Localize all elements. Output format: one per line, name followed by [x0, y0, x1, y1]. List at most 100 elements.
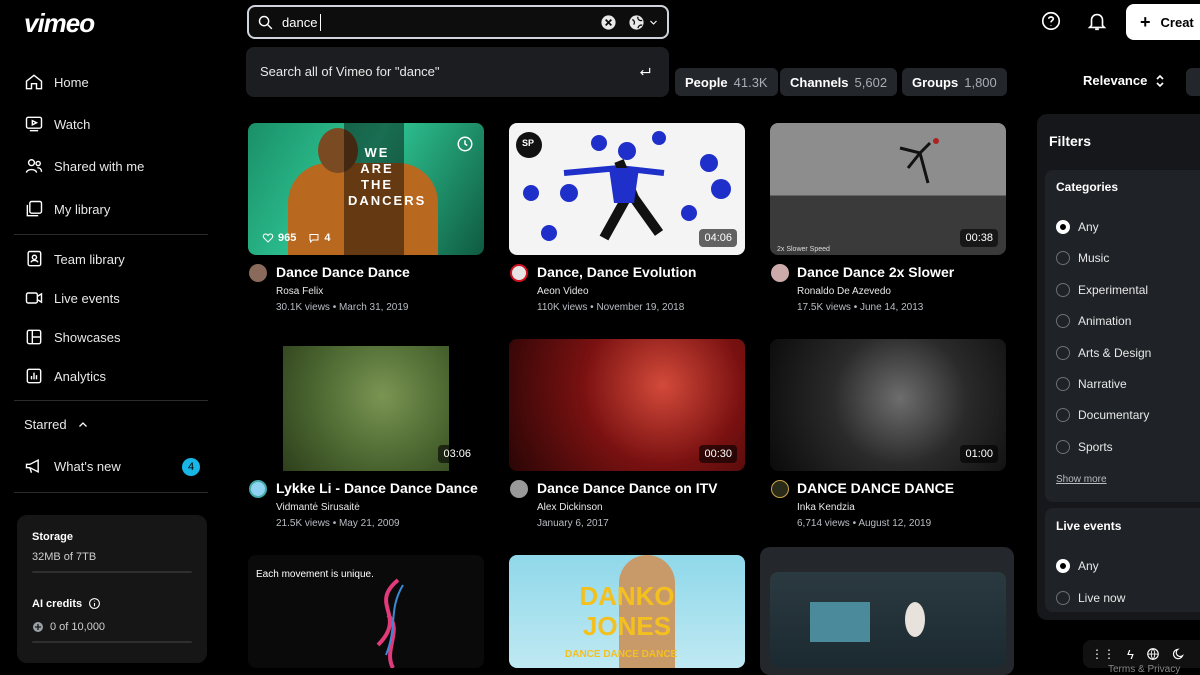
thumb-text: WE ARE THE DANCERS — [348, 145, 427, 208]
categories-heading: Categories — [1056, 180, 1119, 194]
search-suggestion[interactable]: Search all of Vimeo for "dance" — [246, 47, 669, 97]
filter-chip-channels[interactable]: Channels 5,602 — [780, 68, 898, 96]
video-author[interactable]: Alex Dickinson — [537, 502, 603, 513]
watch-later-icon[interactable] — [456, 135, 474, 153]
search-query[interactable]: dance — [282, 15, 317, 30]
radio[interactable] — [1056, 440, 1070, 454]
view-toggle[interactable] — [1186, 68, 1200, 96]
sidebar-item-whats-new[interactable]: What's new — [24, 455, 121, 477]
category-option[interactable]: Narrative — [1056, 377, 1127, 391]
filter-chip-people[interactable]: People 41.3K — [675, 68, 778, 96]
radio[interactable] — [1056, 346, 1070, 360]
category-option[interactable]: Arts & Design — [1056, 346, 1151, 360]
video-author[interactable]: Vidmantė Sirusaitė — [276, 502, 360, 513]
footer-links[interactable]: Terms & Privacy — [1108, 664, 1180, 675]
avatar[interactable] — [771, 480, 789, 498]
chip-count: 5,602 — [854, 74, 888, 90]
radio[interactable] — [1056, 377, 1070, 391]
video-thumbnail[interactable]: 2x Slower Speed 00:38 — [770, 123, 1006, 255]
radio-selected[interactable] — [1056, 220, 1070, 234]
video-thumbnail[interactable] — [770, 572, 1006, 668]
option-label: Any — [1078, 220, 1099, 234]
clear-search-icon[interactable] — [600, 14, 617, 31]
sidebar-item-home[interactable]: Home — [24, 71, 89, 93]
lightning-icon[interactable]: ϟ — [1127, 647, 1134, 662]
radio[interactable] — [1056, 314, 1070, 328]
sidebar-item-live-events[interactable]: Live events — [24, 287, 120, 309]
sidebar-item-watch[interactable]: Watch — [24, 113, 90, 135]
category-option[interactable]: Music — [1056, 251, 1109, 265]
sort-dropdown[interactable]: Relevance — [1083, 73, 1165, 88]
video-title[interactable]: Dance, Dance Evolution — [537, 264, 696, 280]
info-icon[interactable] — [88, 597, 101, 610]
category-option[interactable]: Any — [1056, 220, 1099, 234]
radio[interactable] — [1056, 408, 1070, 422]
video-thumbnail[interactable]: 00:30 — [509, 339, 745, 471]
chevron-down-icon[interactable] — [649, 18, 658, 27]
live-option[interactable]: Any — [1056, 559, 1099, 573]
create-label: Creat — [1160, 14, 1194, 30]
category-option[interactable]: Sports — [1056, 440, 1113, 454]
video-title[interactable]: Lykke Li - Dance Dance Dance — [276, 480, 478, 496]
video-author[interactable]: Inka Kendzia — [797, 502, 855, 513]
sidebar-item-label: Analytics — [54, 368, 107, 384]
sidebar-item-shared[interactable]: Shared with me — [24, 155, 144, 177]
showcase-icon — [26, 329, 42, 345]
show-more-link[interactable]: Show more — [1056, 474, 1107, 485]
avatar[interactable] — [771, 264, 789, 282]
create-button[interactable]: + Creat — [1126, 4, 1200, 40]
option-label: Arts & Design — [1078, 346, 1152, 360]
option-label: Music — [1078, 251, 1110, 265]
video-thumbnail[interactable]: Each movement is unique. — [248, 555, 484, 668]
category-option[interactable]: Documentary — [1056, 408, 1149, 422]
bell-icon[interactable] — [1086, 10, 1108, 32]
video-thumbnail[interactable]: DANKO JONES DANCE DANCE DANCE — [509, 555, 745, 668]
storage-bar — [32, 571, 192, 573]
sidebar-item-showcases[interactable]: Showcases — [24, 326, 120, 348]
video-title[interactable]: DANCE DANCE DANCE — [797, 480, 954, 496]
sidebar-item-analytics[interactable]: Analytics — [24, 365, 106, 387]
sort-arrows-icon — [1156, 74, 1164, 87]
video-author[interactable]: Rosa Felix — [276, 286, 323, 297]
radio[interactable] — [1056, 283, 1070, 297]
avatar[interactable] — [510, 264, 528, 282]
vimeo-logo[interactable]: vimeo — [24, 8, 95, 39]
category-option[interactable]: Animation — [1056, 314, 1131, 328]
radio[interactable] — [1056, 251, 1070, 265]
video-thumbnail[interactable]: 01:00 — [770, 339, 1006, 471]
live-option[interactable]: Live now — [1056, 591, 1125, 605]
video-thumbnail[interactable]: SP 04:06 — [509, 123, 745, 255]
duration: 00:38 — [960, 229, 998, 247]
thumb-aquarium — [810, 602, 870, 642]
avatar[interactable] — [249, 264, 267, 282]
help-icon[interactable] — [1040, 10, 1062, 32]
option-label: Any — [1078, 559, 1099, 573]
sidebar-item-my-library[interactable]: My library — [24, 198, 110, 220]
thumb-grass — [283, 346, 449, 471]
avatar[interactable] — [510, 480, 528, 498]
filter-chip-groups[interactable]: Groups 1,800 — [902, 68, 1007, 96]
video-thumbnail[interactable]: 03:06 — [248, 339, 484, 471]
video-author[interactable]: Aeon Video — [537, 286, 589, 297]
moon-icon[interactable] — [1172, 647, 1186, 661]
video-thumbnail[interactable]: WE ARE THE DANCERS 965 4 — [248, 123, 484, 255]
grip-icon[interactable]: ⋮⋮ — [1091, 647, 1115, 661]
starred-toggle[interactable]: Starred — [24, 417, 89, 432]
radio[interactable] — [1056, 591, 1070, 605]
video-title[interactable]: Dance Dance 2x Slower — [797, 264, 954, 280]
category-option[interactable]: Experimental — [1056, 283, 1148, 297]
video-meta: January 6, 2017 — [537, 518, 609, 529]
whats-new-badge: 4 — [182, 458, 200, 476]
storage-card[interactable]: Storage 32MB of 7TB AI credits 0 of 10,0… — [17, 515, 207, 663]
starred-label: Starred — [24, 417, 67, 432]
globe-icon[interactable] — [1146, 647, 1160, 661]
video-author[interactable]: Ronaldo De Azevedo — [797, 286, 891, 297]
globe-icon[interactable] — [628, 14, 645, 31]
video-title[interactable]: Dance Dance Dance — [276, 264, 410, 280]
comments: 4 — [308, 232, 330, 244]
sidebar-item-team-library[interactable]: Team library — [24, 248, 125, 270]
search-input[interactable]: dance — [247, 5, 669, 39]
video-title[interactable]: Dance Dance Dance on ITV — [537, 480, 718, 496]
radio-selected[interactable] — [1056, 559, 1070, 573]
avatar[interactable] — [249, 480, 267, 498]
